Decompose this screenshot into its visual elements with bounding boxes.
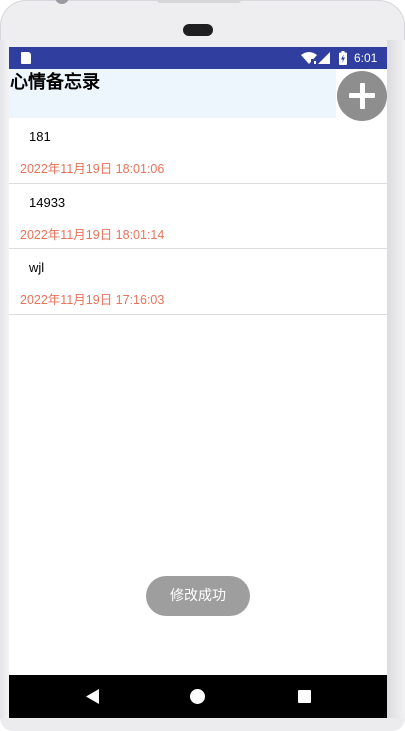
device-frame: 6:01 心情备忘录 181 2022年11月19日 18:01:06 1493… bbox=[0, 0, 405, 731]
page-title: 心情备忘录 bbox=[10, 72, 100, 93]
list-item[interactable]: 14933 2022年11月19日 18:01:14 bbox=[9, 184, 387, 249]
memo-list: 181 2022年11月19日 18:01:06 14933 2022年11月1… bbox=[9, 118, 387, 315]
status-time: 6:01 bbox=[354, 51, 378, 65]
add-memo-button[interactable] bbox=[337, 71, 387, 121]
recents-icon[interactable] bbox=[298, 690, 311, 703]
navigation-bar bbox=[9, 675, 387, 718]
app-header: 心情备忘录 bbox=[9, 69, 336, 118]
memo-timestamp: 2022年11月19日 18:01:14 bbox=[20, 227, 165, 242]
back-icon[interactable] bbox=[86, 689, 99, 708]
memo-content: 181 bbox=[29, 129, 51, 144]
device-top-edge bbox=[157, 0, 241, 3]
memo-timestamp: 2022年11月19日 17:16:03 bbox=[20, 293, 165, 307]
sd-card-icon bbox=[21, 52, 31, 64]
home-icon[interactable] bbox=[190, 689, 205, 704]
earpiece-speaker bbox=[183, 24, 213, 36]
toast-message: 修改成功 bbox=[146, 576, 250, 616]
list-item[interactable]: wjl 2022年11月19日 17:16:03 bbox=[9, 249, 387, 315]
memo-content: wjl bbox=[29, 260, 45, 275]
memo-content: 14933 bbox=[29, 194, 66, 210]
device-bottom-bezel bbox=[0, 718, 405, 731]
list-item[interactable]: 181 2022年11月19日 18:01:06 bbox=[9, 118, 387, 184]
plus-icon-vertical bbox=[359, 83, 365, 109]
signal-icon bbox=[318, 52, 330, 64]
phone-screen: 6:01 心情备忘录 181 2022年11月19日 18:01:06 1493… bbox=[9, 47, 387, 718]
device-right-edge bbox=[387, 40, 405, 720]
memo-timestamp: 2022年11月19日 18:01:06 bbox=[20, 162, 165, 176]
device-left-edge bbox=[0, 40, 9, 720]
battery-icon bbox=[339, 51, 347, 65]
status-bar: 6:01 bbox=[9, 47, 387, 69]
